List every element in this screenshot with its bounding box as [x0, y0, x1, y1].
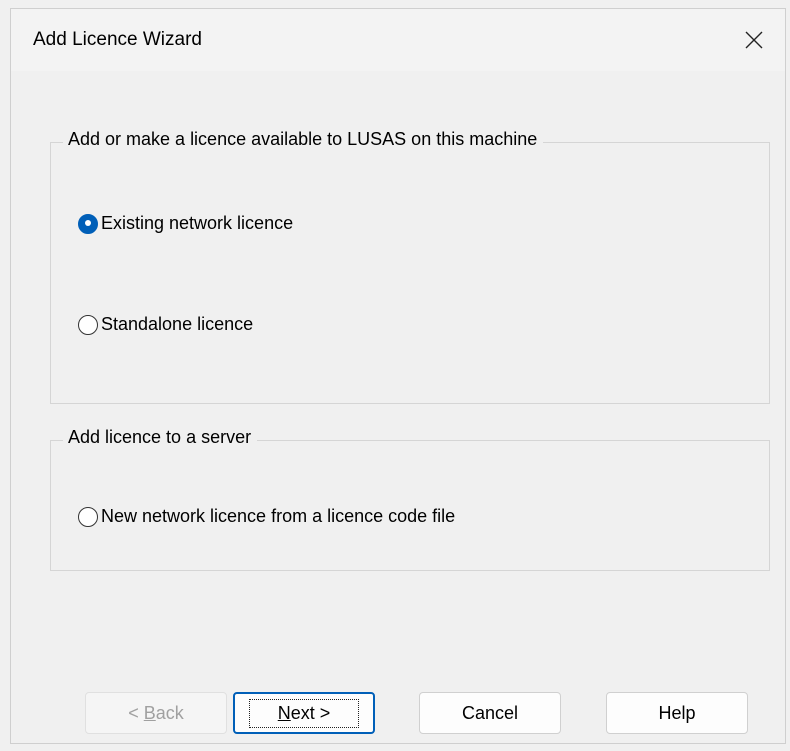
help-button-label: Help	[658, 702, 696, 723]
radio-new-network-licence[interactable]: New network licence from a licence code …	[78, 506, 455, 527]
radio-unchecked-icon[interactable]	[78, 506, 98, 527]
cancel-button[interactable]: Cancel	[419, 692, 561, 734]
server-licence-group-legend: Add licence to a server	[63, 427, 258, 448]
radio-unchecked-icon[interactable]	[78, 314, 98, 335]
back-button-label: < Back	[128, 702, 184, 723]
close-button[interactable]	[723, 9, 785, 71]
close-icon	[745, 31, 763, 49]
next-button-label: Next >	[248, 698, 360, 728]
back-button[interactable]: < Back	[85, 692, 227, 734]
radio-standalone-licence[interactable]: Standalone licence	[78, 314, 253, 335]
radio-existing-network-licence-label: Existing network licence	[101, 213, 294, 233]
machine-licence-group: Add or make a licence available to LUSAS…	[50, 129, 770, 404]
cancel-button-label: Cancel	[461, 702, 519, 723]
radio-existing-network-licence[interactable]: Existing network licence	[78, 213, 293, 234]
next-button[interactable]: Next >	[233, 692, 375, 734]
window-title: Add Licence Wizard	[33, 29, 202, 50]
help-button[interactable]: Help	[606, 692, 748, 734]
radio-new-network-licence-label: New network licence from a licence code …	[101, 506, 456, 526]
radio-standalone-licence-label: Standalone licence	[101, 314, 254, 334]
radio-checked-icon[interactable]	[78, 213, 98, 234]
add-licence-wizard-dialog: Add Licence Wizard Add or make a licence…	[10, 8, 786, 744]
title-bar[interactable]: Add Licence Wizard	[11, 9, 785, 71]
machine-licence-group-legend: Add or make a licence available to LUSAS…	[63, 129, 544, 150]
